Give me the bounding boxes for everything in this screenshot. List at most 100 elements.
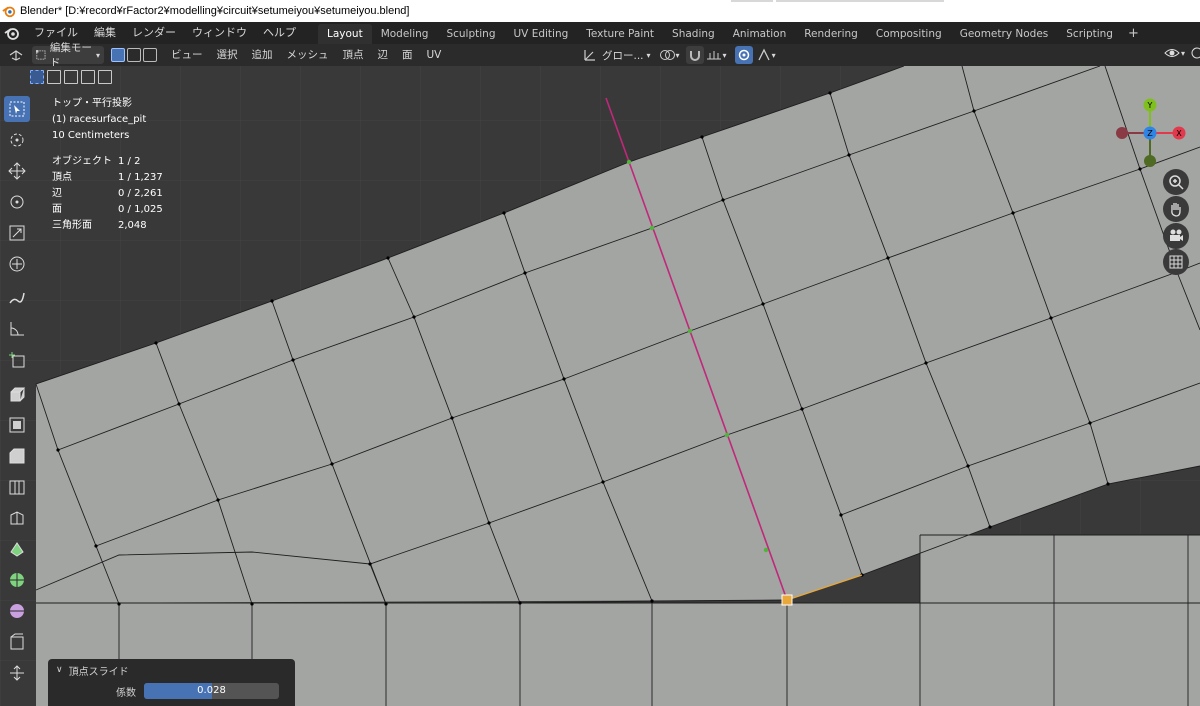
menu-render[interactable]: レンダー [124, 22, 184, 44]
stat-value: 1 / 1,237 [118, 172, 163, 183]
top-menu-bar: ファイル 編集 レンダー ウィンドウ ヘルプ Layout Modeling S… [0, 22, 1200, 44]
zoom-button[interactable] [1163, 169, 1189, 195]
3d-viewport[interactable] [0, 66, 1200, 706]
spin-tool[interactable] [4, 567, 30, 593]
loop-cut-tool[interactable] [4, 474, 30, 500]
move-tool[interactable] [4, 158, 30, 184]
select-box-tool[interactable] [4, 96, 30, 122]
pivot-icon[interactable] [659, 48, 675, 62]
edit-mode-icon [36, 50, 46, 60]
select-intersect-icon[interactable] [98, 70, 112, 84]
move-icon [8, 162, 26, 180]
stat-label: 辺 [52, 188, 62, 199]
stat-label: 頂点 [52, 172, 72, 183]
tab-animation[interactable]: Animation [724, 24, 796, 44]
tab-uv-editing[interactable]: UV Editing [505, 24, 578, 44]
gizmo-neg-x-handle[interactable] [1116, 127, 1128, 139]
menu-face[interactable]: 面 [395, 44, 420, 66]
transform-tool[interactable] [4, 251, 30, 277]
rotate-tool[interactable] [4, 189, 30, 215]
editor-type-icon [9, 50, 23, 61]
gizmo-x-label: X [1176, 129, 1182, 138]
chevron-down-icon: ▾ [646, 50, 651, 60]
ortho-toggle-button[interactable] [1163, 249, 1189, 275]
menu-edge[interactable]: 辺 [371, 44, 396, 66]
select-mode-row [30, 68, 115, 86]
add-cube-icon [9, 352, 25, 368]
tab-layout[interactable]: Layout [318, 23, 372, 44]
add-cube-tool[interactable] [4, 347, 30, 373]
edge-slide-tool[interactable] [4, 629, 30, 655]
select-box-icon [9, 101, 25, 117]
scale-tool[interactable] [4, 220, 30, 246]
knife-tool[interactable] [4, 505, 30, 531]
menu-vertex[interactable]: 頂点 [336, 44, 371, 66]
selected-vertex[interactable] [781, 594, 793, 606]
tab-texture-paint[interactable]: Texture Paint [577, 24, 663, 44]
mesh-canvas[interactable] [0, 66, 1200, 706]
face-select-button[interactable] [143, 48, 157, 62]
extrude-tool[interactable] [4, 381, 30, 407]
cursor-tool[interactable] [4, 127, 30, 153]
orientation-label[interactable]: グロー... [602, 48, 644, 63]
camera-view-button[interactable] [1163, 223, 1189, 249]
menu-view[interactable]: ビュー [164, 44, 210, 66]
measure-tool[interactable] [4, 316, 30, 342]
editor-type-button[interactable] [3, 46, 29, 64]
tab-rendering[interactable]: Rendering [795, 24, 867, 44]
annotate-icon [9, 292, 25, 304]
select-new-icon[interactable] [30, 70, 44, 84]
factor-label: 係数 [116, 687, 136, 699]
operator-panel-header[interactable]: ∨ 頂点スライド [48, 659, 295, 681]
loop-cut-icon [9, 480, 25, 495]
mode-selector[interactable]: 編集モード ▾ [32, 42, 104, 69]
tab-scripting[interactable]: Scripting [1057, 24, 1122, 44]
proportional-edit-icon [738, 49, 749, 61]
viewport-header: 編集モード ▾ ビュー 選択 追加 メッシュ 頂点 辺 面 UV グロー... … [0, 42, 1200, 69]
pan-button[interactable] [1163, 196, 1189, 222]
shading-icon[interactable] [1191, 46, 1200, 60]
operator-panel[interactable]: ∨ 頂点スライド 係数 0.028 [48, 659, 295, 706]
viewport-info: トップ・平行投影 (1) racesurface_pit 10 Centimet… [52, 96, 163, 234]
select-extend-icon[interactable] [47, 70, 61, 84]
grid-scale: 10 Centimeters [52, 130, 130, 141]
annotate-tool[interactable] [4, 285, 30, 311]
factor-slider[interactable]: 0.028 [144, 683, 279, 699]
transform-controls: グロー... ▾ ▾ ▾ ▾ [583, 46, 776, 64]
menu-select[interactable]: 選択 [210, 44, 245, 66]
stat-value: 0 / 1,025 [118, 204, 163, 215]
hand-icon [1171, 203, 1181, 217]
tab-modeling[interactable]: Modeling [372, 24, 438, 44]
vertex-select-button[interactable] [111, 48, 125, 62]
snap-target-icon[interactable] [706, 49, 722, 61]
select-subtract-icon[interactable] [64, 70, 78, 84]
menu-add[interactable]: 追加 [245, 44, 280, 66]
tab-compositing[interactable]: Compositing [867, 24, 951, 44]
tab-sculpting[interactable]: Sculpting [437, 24, 504, 44]
poly-build-icon [10, 542, 24, 557]
add-workspace-button[interactable]: + [1122, 26, 1145, 41]
falloff-icon[interactable] [757, 48, 771, 62]
snap-toggle[interactable] [685, 46, 704, 64]
menu-mesh[interactable]: メッシュ [280, 44, 336, 66]
smooth-tool[interactable] [4, 598, 30, 624]
gizmo-neg-y-handle[interactable] [1144, 155, 1156, 167]
blender-menu-icon[interactable] [4, 25, 20, 41]
blender-logo-icon [2, 6, 16, 18]
stat-label: 面 [52, 204, 62, 215]
bevel-tool[interactable] [4, 443, 30, 469]
poly-build-tool[interactable] [4, 536, 30, 562]
tab-geometry-nodes[interactable]: Geometry Nodes [951, 24, 1058, 44]
inset-tool[interactable] [4, 412, 30, 438]
menu-help[interactable]: ヘルプ [255, 22, 304, 44]
menu-uv[interactable]: UV [420, 44, 449, 66]
overlay-icon[interactable] [1164, 46, 1180, 60]
proportional-edit-toggle[interactable] [734, 46, 753, 64]
navigation-gizmo[interactable]: Y X Z [1112, 98, 1192, 178]
blender-window: Blender* [D:¥record¥rFactor2¥modelling¥c… [0, 0, 1200, 706]
menu-window[interactable]: ウィンドウ [184, 22, 255, 44]
select-invert-icon[interactable] [81, 70, 95, 84]
shrink-fatten-tool[interactable] [4, 660, 30, 686]
edge-select-button[interactable] [127, 48, 141, 62]
tab-shading[interactable]: Shading [663, 24, 724, 44]
